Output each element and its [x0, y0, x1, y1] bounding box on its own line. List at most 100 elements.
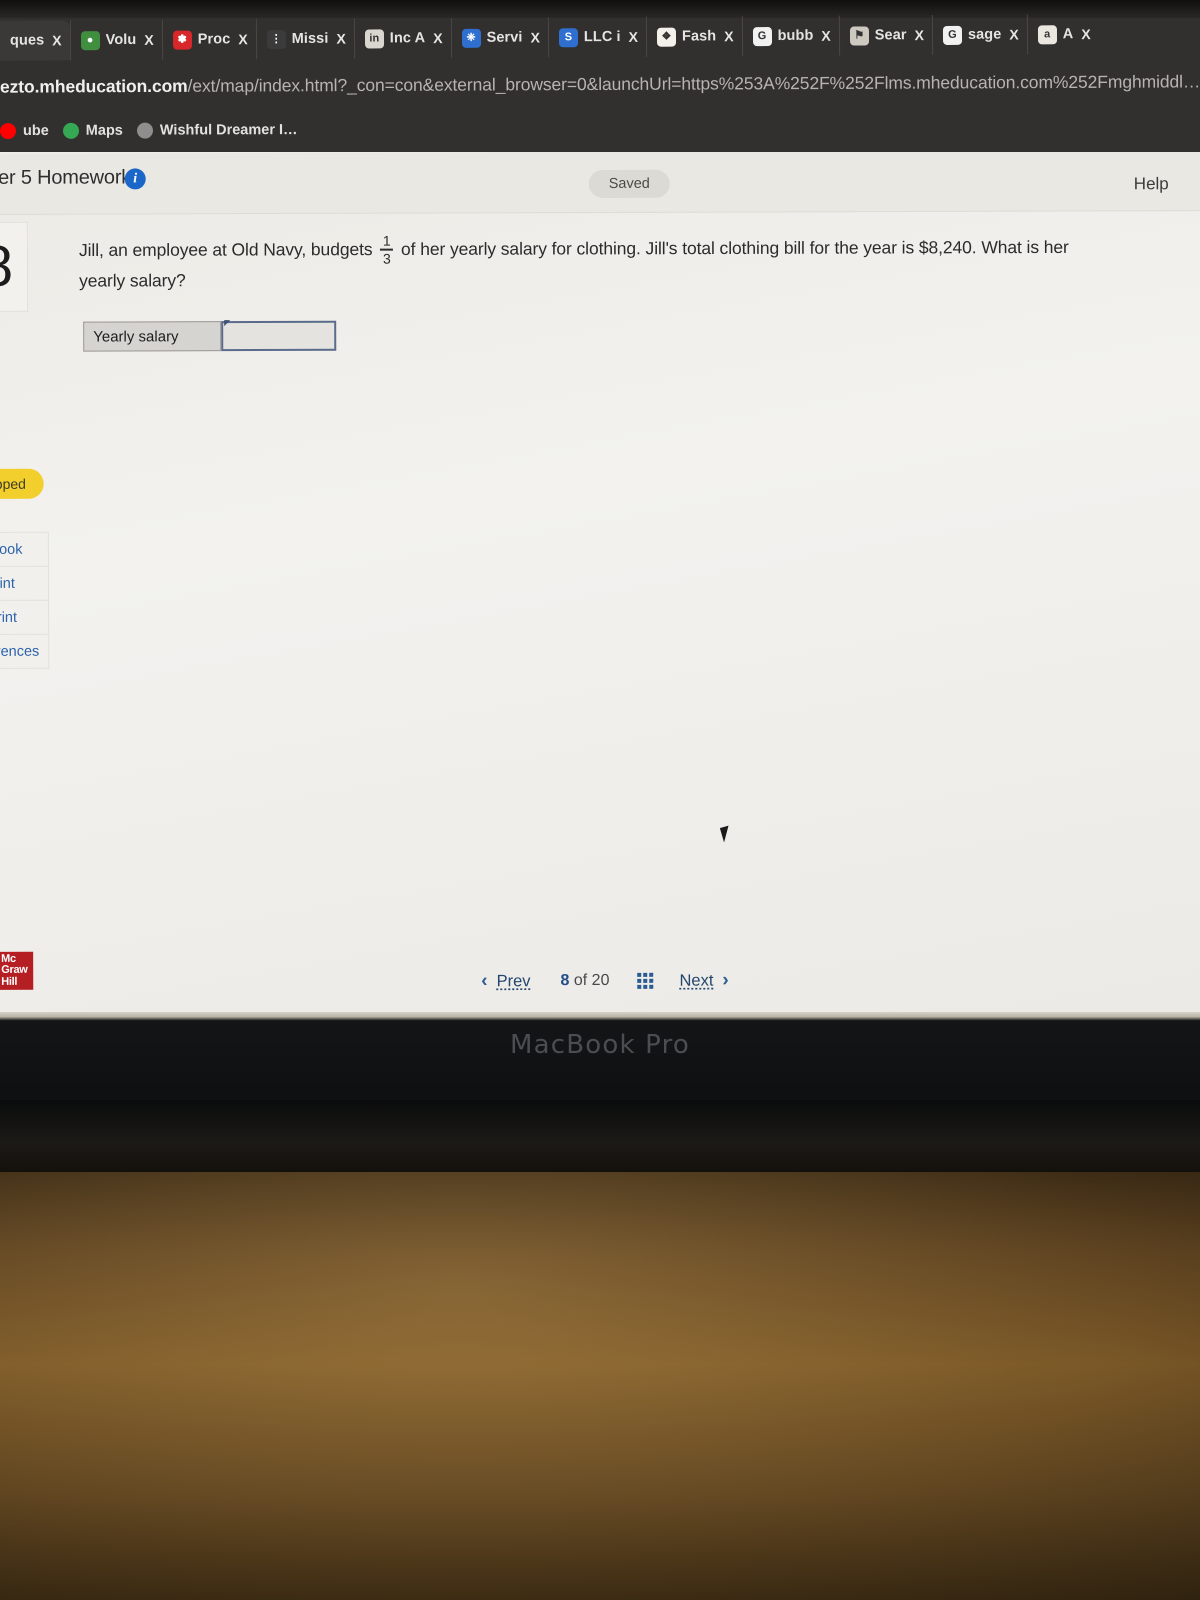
next-button[interactable]: Next ›	[665, 970, 742, 992]
question-number: 8	[0, 233, 14, 299]
laptop-photo: ques X ● Volu X ✽ Proc X ⋮ Missi Xin Inc A X ❈ Servi X S…	[0, 0, 1200, 1600]
browser-tab-title: Inc A	[389, 30, 426, 47]
browser-tab[interactable]: ⚑ Sear X	[838, 15, 933, 56]
bookmark-label: Maps	[85, 122, 123, 139]
colorful-squares-icon: ❖	[656, 27, 677, 47]
browser-tab-title: Missi	[291, 30, 329, 47]
globe-icon	[136, 122, 153, 139]
browser-tab-title: sage	[967, 26, 1002, 43]
store-icon: ⚑	[849, 25, 869, 46]
grid-menu-icon[interactable]	[637, 972, 654, 989]
close-icon[interactable]: X	[629, 29, 638, 45]
browser-tab[interactable]: ques X	[0, 20, 70, 61]
question-navigation: ‹ Prev 8 of 20 Next ›	[467, 970, 743, 993]
browser-tab-title: bubb	[777, 27, 814, 44]
browser-tab[interactable]: Gsage X	[931, 14, 1027, 56]
question-text: Jill, an employee at Old Navy, budgets 1…	[79, 232, 1109, 294]
page-counter: 8 of 20	[544, 972, 625, 990]
amazon-a-icon: a	[1037, 24, 1057, 44]
bookmark-label: Wishful Dreamer I…	[159, 122, 298, 139]
help-button[interactable]: Help	[1134, 174, 1169, 194]
close-icon[interactable]: X	[52, 32, 61, 48]
browser-tab-title: A	[1062, 26, 1074, 43]
connect-page: ter 5 Homework i Saved Help 8 ts skipped…	[0, 152, 1200, 1014]
blue-cross-icon: ❈	[461, 28, 481, 48]
total-pages: 20	[591, 971, 610, 989]
page-title: ter 5 Homework	[0, 166, 132, 189]
keyboard-backlight-glow	[0, 1172, 1200, 1600]
bookmarks-bar[interactable]: ube Maps Wishful Dreamer I…	[0, 110, 1200, 148]
browser-tab[interactable]: Gbubb X	[741, 15, 839, 57]
close-icon[interactable]: X	[238, 31, 247, 47]
browser-tab-title: Volu	[105, 31, 137, 49]
browser-tab[interactable]: in Inc A X	[353, 17, 451, 59]
address-bar[interactable]: ezto.mheducation.com/ext/map/index.html?…	[0, 59, 1200, 110]
input-focus-marker	[224, 320, 231, 327]
of-label: of	[573, 972, 588, 990]
chevron-left-icon: ‹	[481, 970, 488, 992]
status-badge: skipped	[0, 468, 44, 500]
google-maps-pin-icon	[62, 122, 79, 139]
browser-tab[interactable]: ❖ Fash X	[645, 16, 742, 57]
close-icon[interactable]: X	[821, 28, 830, 44]
tool-ebook[interactable]: eBook	[0, 532, 48, 567]
page-content: ter 5 Homework i Saved Help 8 ts skipped…	[0, 152, 1200, 1014]
yearly-salary-input[interactable]	[221, 320, 337, 352]
fraction-numerator: 1	[382, 232, 391, 249]
youtube-icon	[0, 123, 17, 140]
dots-vertical-icon: ⋮	[266, 29, 286, 49]
browser-tab[interactable]: ✽ Proc X	[161, 19, 256, 60]
browser-tab-title: Sear	[874, 27, 907, 44]
close-icon[interactable]: X	[530, 29, 539, 45]
url-path: /ext/map/index.html?_con=con&external_br…	[187, 71, 1200, 97]
close-icon[interactable]: X	[144, 32, 153, 48]
bookmark-item[interactable]: ube	[0, 122, 49, 140]
brand-line-3: Hill	[1, 975, 18, 988]
close-icon[interactable]: X	[433, 30, 442, 46]
browser-tab[interactable]: aAX	[1026, 14, 1099, 55]
red-starburst-icon: ✽	[172, 30, 192, 50]
question-body: Jill, an employee at Old Navy, budgets 1…	[79, 232, 1109, 294]
answer-row: Yearly salary	[83, 320, 337, 352]
saved-status-badge: Saved	[588, 169, 670, 199]
fraction-denominator: 3	[382, 250, 391, 267]
close-icon[interactable]: X	[1009, 27, 1018, 43]
browser-tab[interactable]: ● Volu X	[69, 19, 162, 61]
macbook-model-label: MacBook Pro	[509, 1030, 691, 1060]
google-g-icon: G	[752, 26, 772, 46]
browser-tab-strip[interactable]: ques X ● Volu X ✽ Proc X ⋮ Missi Xin Inc A X ❈ Servi X S…	[0, 12, 1200, 61]
bookmark-item[interactable]: Wishful Dreamer I…	[136, 122, 298, 139]
green-leaf-icon: ●	[80, 30, 100, 50]
prev-label: Prev	[496, 971, 531, 990]
tool-print[interactable]: Print	[0, 600, 49, 635]
bookmark-item[interactable]: Maps	[62, 122, 123, 139]
bookmark-label: ube	[22, 122, 49, 140]
close-icon[interactable]: X	[1081, 26, 1090, 42]
address-bar-url[interactable]: ezto.mheducation.com/ext/map/index.html?…	[0, 71, 1200, 97]
browser-tab[interactable]: S LLC i X	[547, 16, 647, 58]
current-page: 8	[560, 972, 570, 990]
homework-header: ter 5 Homework i Saved Help	[0, 152, 1200, 215]
question-sidebar: 8 ts skipped eBookHintPrintReferences	[0, 214, 69, 1014]
close-icon[interactable]: X	[915, 27, 924, 43]
prev-button[interactable]: ‹ Prev	[467, 970, 544, 992]
browser-tab-title: Proc	[197, 31, 231, 48]
tool-hint[interactable]: Hint	[0, 566, 49, 601]
fraction-one-third: 1 3	[380, 232, 394, 267]
browser-tab-title: ques	[9, 32, 45, 49]
browser-tab[interactable]: ⋮ Missi X	[255, 18, 354, 60]
info-icon[interactable]: i	[124, 168, 146, 190]
laptop-keyboard-deck: !1@2#3$4%5^6&7*8(9)0_-+= QWERTYUIOP{] AS…	[0, 1172, 1200, 1600]
browser-tab[interactable]: ❈ Servi X	[450, 17, 548, 58]
tool-list[interactable]: eBook Hint Print References	[0, 531, 50, 669]
question-number-box: 8	[0, 221, 29, 312]
close-icon[interactable]: X	[336, 31, 345, 47]
linkedin-icon: in	[364, 28, 384, 48]
mcgraw-hill-logo: Mc Graw Hill	[0, 951, 34, 990]
tool-references[interactable]: References	[0, 635, 48, 668]
close-icon[interactable]: X	[724, 28, 733, 44]
next-label: Next	[679, 971, 714, 990]
google-g-icon: G	[942, 25, 962, 45]
chevron-right-icon: ›	[722, 969, 729, 991]
browser-chrome: ques X ● Volu X ✽ Proc X ⋮ Missi Xin Inc A X ❈ Servi X S…	[0, 0, 1200, 152]
